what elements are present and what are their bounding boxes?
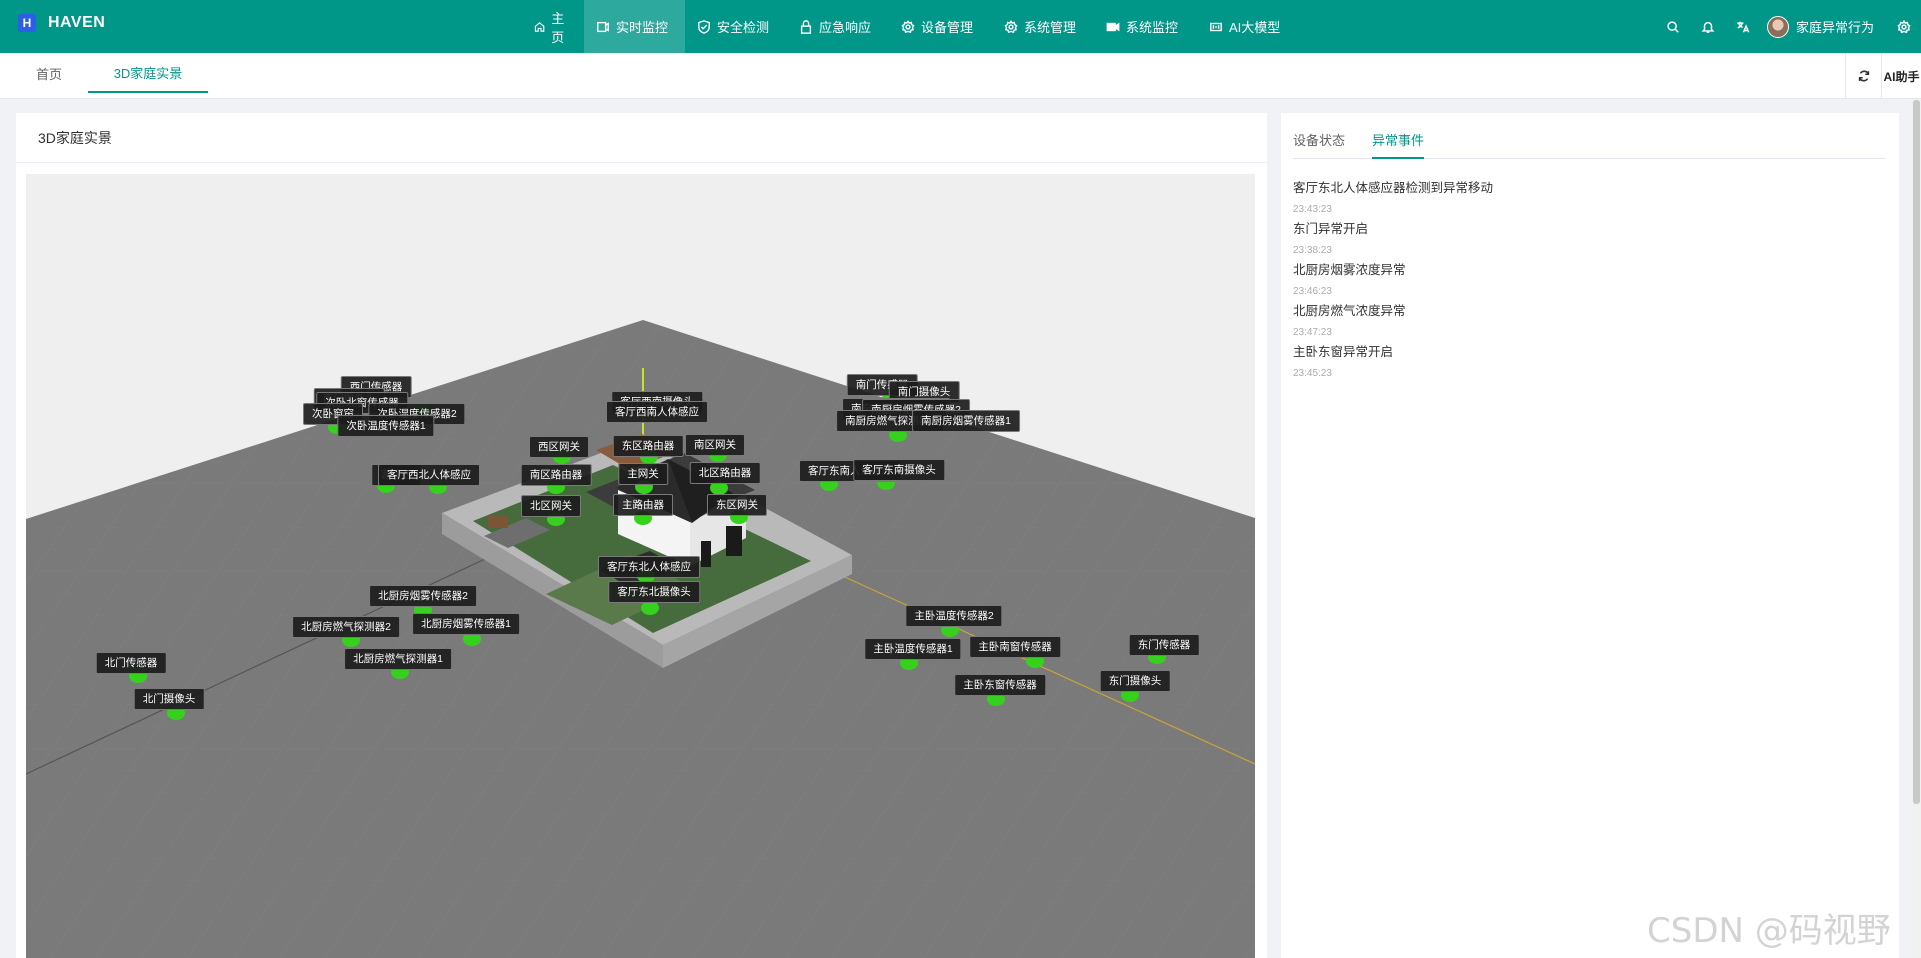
device-label[interactable]: 客厅东北摄像头 xyxy=(608,581,700,603)
scrollbar-thumb[interactable] xyxy=(1913,100,1920,804)
device-label[interactable]: 东门传感器 xyxy=(1128,634,1200,656)
gear-icon xyxy=(1004,19,1018,33)
device-label[interactable]: 东区路由器 xyxy=(612,435,684,457)
device-label[interactable]: 主路由器 xyxy=(613,494,673,516)
language-button[interactable] xyxy=(1726,0,1761,53)
event-time: 23:45:23 xyxy=(1293,368,1332,379)
device-label[interactable]: 北厨房燃气探测器1 xyxy=(344,648,452,670)
list-item[interactable]: 北厨房烟雾浓度异常 23:46:23 xyxy=(1293,262,1883,303)
page-tabs-bar: 首页 3D家庭实景 AI助手 xyxy=(0,53,1921,99)
device-label[interactable]: 北区网关 xyxy=(521,495,581,517)
nav-emergency-response[interactable]: 应急响应 xyxy=(787,0,889,53)
tab-3d-home[interactable]: 3D家庭实景 xyxy=(88,53,208,93)
list-item[interactable]: 主卧东窗异常开启 23:45:23 xyxy=(1293,344,1883,385)
device-label[interactable]: 北厨房燃气探测器2 xyxy=(292,616,400,638)
nav-security-check[interactable]: 安全检测 xyxy=(685,0,787,53)
device-label[interactable]: 北区路由器 xyxy=(689,462,761,484)
translate-icon xyxy=(1737,21,1750,33)
device-label[interactable]: 东门摄像头 xyxy=(1099,670,1171,692)
nav-home[interactable]: 主页 xyxy=(522,0,584,53)
shield-icon xyxy=(698,19,710,34)
device-label[interactable]: 主卧东窗传感器 xyxy=(954,674,1046,696)
device-label[interactable]: 客厅西北人体感应 xyxy=(378,464,480,486)
device-label[interactable]: 客厅东北人体感应 xyxy=(598,556,700,578)
card-title: 3D家庭实景 xyxy=(16,113,1267,163)
avatar xyxy=(1766,15,1789,38)
settings-button[interactable] xyxy=(1886,0,1921,53)
device-label[interactable]: 东区网关 xyxy=(707,494,767,516)
event-title: 北厨房烟雾浓度异常 xyxy=(1293,263,1406,277)
list-item[interactable]: 客厅东北人体感应器检测到异常移动 23:43:23 xyxy=(1293,180,1883,221)
device-label[interactable]: 主卧温度传感器2 xyxy=(905,605,1003,627)
bell-icon xyxy=(1701,21,1716,33)
device-label[interactable]: 北门传感器 xyxy=(95,652,167,674)
tab-device-status[interactable]: 设备状态 xyxy=(1293,130,1345,159)
device-label[interactable]: 主卧温度传感器1 xyxy=(864,638,962,660)
event-time: 23:46:23 xyxy=(1293,286,1332,297)
ai-icon xyxy=(1210,22,1222,31)
sensor-marker[interactable] xyxy=(641,601,659,615)
device-label[interactable]: 南区网关 xyxy=(685,434,745,456)
side-panel: 设备状态 异常事件 客厅东北人体感应器检测到异常移动 23:43:23 东门异常开… xyxy=(1281,113,1899,958)
watermark: CSDN @码视野 xyxy=(1647,911,1891,951)
header-tools: 家庭异常行为 xyxy=(1656,0,1921,53)
device-label[interactable]: 南区路由器 xyxy=(520,464,592,486)
monitor-icon xyxy=(597,21,609,32)
main-nav: 主页 实时监控 安全检测 应急响应 设备管理 系统管理 系统监控 AI大模型 xyxy=(522,0,1295,53)
gear-icon xyxy=(901,19,915,33)
user-name: 家庭异常行为 xyxy=(1795,20,1874,35)
lock-icon xyxy=(800,19,812,34)
app-logo[interactable]: H HAVEN xyxy=(18,14,105,32)
logo-badge: H xyxy=(18,14,36,32)
3d-scene-viewport[interactable]: 西门传感器西门摄像头次卧北窗传感器次卧窗帘次卧湿度传感器2次卧温度传感器1客厅西… xyxy=(26,174,1255,958)
video-camera-icon xyxy=(1106,22,1120,31)
nav-device-management[interactable]: 设备管理 xyxy=(889,0,992,53)
app-name: HAVEN xyxy=(48,14,106,31)
event-title: 东门异常开启 xyxy=(1293,222,1369,236)
event-time: 23:38:23 xyxy=(1293,245,1332,256)
user-menu[interactable]: 家庭异常行为 xyxy=(1761,0,1886,53)
page-scrollbar[interactable] xyxy=(1912,99,1921,958)
ai-assistant-button[interactable]: AI助手 xyxy=(1881,53,1921,99)
event-list: 客厅东北人体感应器检测到异常移动 23:43:23 东门异常开启 23:38:23 … xyxy=(1293,180,1883,385)
tab-abnormal-events[interactable]: 异常事件 xyxy=(1372,130,1424,159)
3d-home-card: 3D家庭实景 西门传感器 次卧窗帘 次卧湿度传感器2 次卧温度传感器1 客厅西南… xyxy=(16,113,1267,958)
device-label[interactable]: 客厅西南人体感应 xyxy=(606,401,708,423)
notifications-button[interactable] xyxy=(1691,0,1726,53)
device-label[interactable]: 北门摄像头 xyxy=(133,688,205,710)
tab-home[interactable]: 首页 xyxy=(36,53,62,94)
event-title: 客厅东北人体感应器检测到异常移动 xyxy=(1293,181,1494,195)
search-button[interactable] xyxy=(1656,0,1691,53)
event-time: 23:43:23 xyxy=(1293,204,1332,215)
list-item[interactable]: 北厨房燃气浓度异常 23:47:23 xyxy=(1293,303,1883,344)
device-label[interactable]: 南厨房烟雾传感器1 xyxy=(912,410,1020,432)
list-item[interactable]: 东门异常开启 23:38:23 xyxy=(1293,221,1883,262)
event-title: 北厨房燃气浓度异常 xyxy=(1293,304,1406,318)
device-label[interactable]: 西区网关 xyxy=(529,436,589,458)
gear-icon xyxy=(1896,19,1911,33)
device-label[interactable]: 北厨房烟雾传感器1 xyxy=(412,613,520,635)
event-time: 23:47:23 xyxy=(1293,327,1332,338)
top-nav-bar: H HAVEN 主页 实时监控 安全检测 应急响应 设备管理 系统管理 系统监控… xyxy=(0,0,1921,53)
home-icon xyxy=(534,21,545,32)
search-icon xyxy=(1667,20,1680,33)
device-label[interactable]: 北厨房烟雾传感器2 xyxy=(369,585,477,607)
refresh-button[interactable] xyxy=(1845,53,1881,99)
device-label[interactable]: 主网关 xyxy=(618,463,668,485)
event-title: 主卧东窗异常开启 xyxy=(1293,345,1394,359)
nav-system-management[interactable]: 系统管理 xyxy=(992,0,1094,53)
side-tabs: 设备状态 异常事件 xyxy=(1293,130,1885,159)
device-label[interactable]: 主卧南窗传感器 xyxy=(969,636,1061,658)
device-label[interactable]: 次卧温度传感器1 xyxy=(337,415,435,437)
nav-ai-model[interactable]: AI大模型 xyxy=(1197,0,1295,53)
nav-realtime-monitor[interactable]: 实时监控 xyxy=(584,0,685,53)
nav-system-monitor[interactable]: 系统监控 xyxy=(1094,0,1197,53)
device-label[interactable]: 客厅东南摄像头 xyxy=(853,459,945,481)
refresh-icon xyxy=(1858,70,1869,82)
